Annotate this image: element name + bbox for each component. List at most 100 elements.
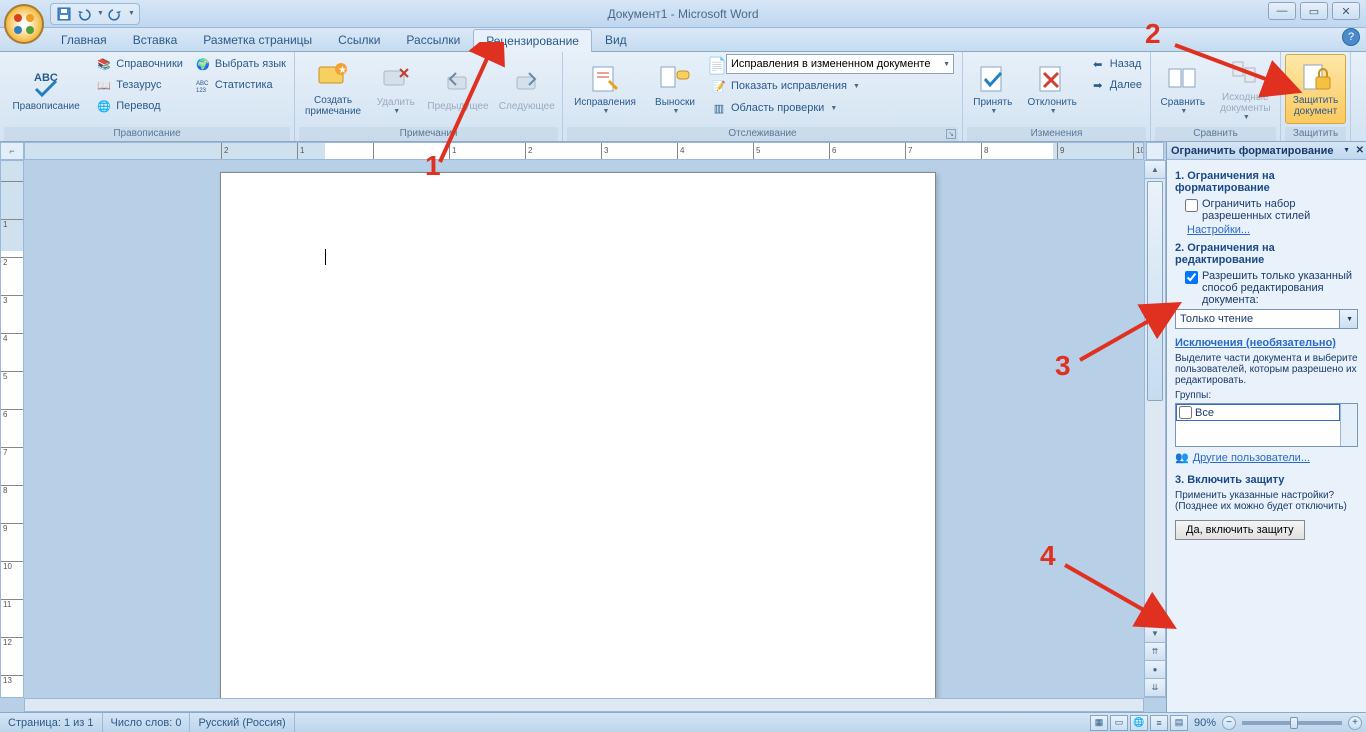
zoom-out-button[interactable]: −	[1222, 716, 1236, 730]
group-all-checkbox[interactable]	[1179, 406, 1192, 419]
status-word-count[interactable]: Число слов: 0	[103, 713, 191, 732]
tab-home[interactable]: Главная	[48, 28, 120, 51]
vertical-scrollbar[interactable]: ▲ ▼ ⇈ ● ⇊	[1144, 160, 1166, 698]
pane-menu-icon[interactable]: ▼	[1343, 147, 1350, 154]
tab-page-layout[interactable]: Разметка страницы	[190, 28, 325, 51]
zoom-slider-thumb[interactable]	[1290, 717, 1298, 729]
horizontal-scrollbar[interactable]	[24, 698, 1144, 712]
editing-type-select[interactable]: Только чтение	[1175, 309, 1358, 329]
tab-references[interactable]: Ссылки	[325, 28, 393, 51]
draft-view-icon[interactable]: ▤	[1170, 715, 1188, 731]
set-language-button[interactable]: 🌍Выбрать язык	[191, 54, 290, 74]
translate-button[interactable]: 🌐Перевод	[92, 96, 187, 116]
protect-document-button[interactable]: Защитить документ	[1285, 54, 1346, 124]
help-icon[interactable]: ?	[1342, 28, 1360, 46]
show-source-label: Исходные документы	[1218, 92, 1273, 114]
accept-button[interactable]: Принять▼	[967, 54, 1019, 124]
status-bar: Страница: 1 из 1 Число слов: 0 Русский (…	[0, 712, 1366, 732]
pane-close-icon[interactable]: ✕	[1356, 145, 1364, 156]
reject-button[interactable]: Отклонить▼	[1023, 54, 1082, 124]
redo-icon[interactable]	[106, 5, 124, 23]
show-markup-button[interactable]: 📝Показать исправления▼	[707, 76, 954, 96]
tab-review[interactable]: Рецензирование	[473, 29, 592, 52]
delete-comment-button[interactable]: Удалить▼	[371, 54, 420, 124]
tab-insert[interactable]: Вставка	[120, 28, 191, 51]
spelling-icon: ABC	[30, 67, 62, 99]
track-changes-button[interactable]: Исправления▼	[567, 54, 643, 124]
enable-protection-button[interactable]: Да, включить защиту	[1175, 520, 1305, 540]
research-button[interactable]: 📚Справочники	[92, 54, 187, 74]
track-changes-icon	[589, 63, 621, 95]
prev-page-icon[interactable]: ⇈	[1145, 643, 1165, 661]
next-change-button[interactable]: ➡Далее	[1086, 75, 1146, 95]
word-count-icon: ABC123	[195, 77, 211, 93]
reject-icon	[1036, 63, 1068, 95]
outline-view-icon[interactable]: ≡	[1150, 715, 1168, 731]
reviewing-pane-button[interactable]: ▥Область проверки▼	[707, 98, 954, 118]
balloons-button[interactable]: Выноски▼	[647, 54, 703, 124]
listbox-scrollbar[interactable]	[1340, 404, 1357, 446]
prev-comment-icon	[442, 67, 474, 99]
prev-comment-button[interactable]: Предыдущее	[424, 54, 491, 124]
new-comment-button[interactable]: ★ Создать примечание	[299, 54, 367, 124]
zoom-level[interactable]: 90%	[1194, 717, 1216, 729]
show-source-button[interactable]: Исходные документы▼	[1215, 54, 1276, 124]
exceptions-description: Выделите части документа и выберите поль…	[1175, 353, 1358, 386]
print-layout-view-icon[interactable]: ▦	[1090, 715, 1108, 731]
restore-button[interactable]: ▭	[1300, 2, 1328, 20]
scroll-up-icon[interactable]: ▲	[1145, 161, 1165, 179]
balloons-label: Выноски	[655, 97, 695, 108]
scroll-down-icon[interactable]: ▼	[1145, 625, 1165, 643]
office-button[interactable]	[4, 4, 44, 44]
pane-section1-title: 1. Ограничения на форматирование	[1175, 170, 1358, 194]
minimize-button[interactable]: —	[1268, 2, 1296, 20]
ruler-toggle-button[interactable]	[1146, 142, 1164, 160]
spelling-button[interactable]: ABC Правописание	[4, 54, 88, 124]
status-page[interactable]: Страница: 1 из 1	[0, 713, 103, 732]
horizontal-ruler[interactable]: 211234567891011121314151617	[24, 142, 1144, 160]
zoom-in-button[interactable]: +	[1348, 716, 1362, 730]
next-comment-button[interactable]: Следующее	[496, 54, 558, 124]
ruler-corner[interactable]: ⌐	[0, 142, 24, 160]
tracking-launcher-icon[interactable]: ↘	[946, 129, 956, 139]
close-button[interactable]: ✕	[1332, 2, 1360, 20]
document-area[interactable]	[24, 160, 1144, 698]
allow-editing-input[interactable]	[1185, 271, 1198, 284]
more-users-link[interactable]: 👥 Другие пользователи...	[1175, 451, 1358, 464]
web-layout-view-icon[interactable]: 🌐	[1130, 715, 1148, 731]
select-browse-icon[interactable]: ●	[1145, 661, 1165, 679]
limit-formatting-input[interactable]	[1185, 199, 1198, 212]
svg-text:ABC: ABC	[196, 81, 209, 87]
undo-icon[interactable]	[75, 5, 93, 23]
next-comment-label: Следующее	[499, 101, 555, 112]
display-for-review-combo[interactable]: Исправления в измененном документе	[726, 54, 954, 74]
allow-editing-checkbox[interactable]: Разрешить только указанный способ редакт…	[1185, 270, 1358, 306]
group-item-all[interactable]: Все	[1176, 404, 1340, 421]
document-page[interactable]	[220, 172, 936, 698]
tab-view[interactable]: Вид	[592, 28, 640, 51]
next-page-icon[interactable]: ⇊	[1145, 679, 1165, 697]
scroll-thumb[interactable]	[1147, 181, 1163, 401]
qat-customize-icon[interactable]: ▼	[128, 10, 135, 17]
groups-listbox[interactable]: Все	[1175, 403, 1358, 447]
thesaurus-icon: 📖	[96, 77, 112, 93]
word-count-button[interactable]: ABC123Статистика	[191, 75, 290, 95]
compare-button[interactable]: Сравнить▼	[1155, 54, 1211, 124]
restrict-formatting-pane: Ограничить форматирование ▼ ✕ 1. Огранич…	[1166, 142, 1366, 712]
group-protect-label: Защитить	[1285, 127, 1346, 141]
balloons-icon	[659, 63, 691, 95]
previous-change-button[interactable]: ⬅Назад	[1086, 54, 1146, 74]
undo-dropdown-icon[interactable]: ▼	[97, 10, 104, 17]
next-comment-icon	[511, 67, 543, 99]
limit-formatting-checkbox[interactable]: Ограничить набор разрешенных стилей	[1185, 198, 1358, 222]
zoom-slider[interactable]	[1242, 721, 1342, 725]
settings-link[interactable]: Настройки...	[1187, 224, 1358, 236]
full-screen-view-icon[interactable]: ▭	[1110, 715, 1128, 731]
save-icon[interactable]	[55, 5, 73, 23]
status-language[interactable]: Русский (Россия)	[190, 713, 294, 732]
vertical-ruler[interactable]: 12345678910111213	[0, 160, 24, 698]
display-review-icon: 📄	[707, 56, 723, 72]
tab-mailings[interactable]: Рассылки	[393, 28, 473, 51]
group-tracking-label: Отслеживание↘	[567, 127, 958, 141]
thesaurus-button[interactable]: 📖Тезаурус	[92, 75, 187, 95]
